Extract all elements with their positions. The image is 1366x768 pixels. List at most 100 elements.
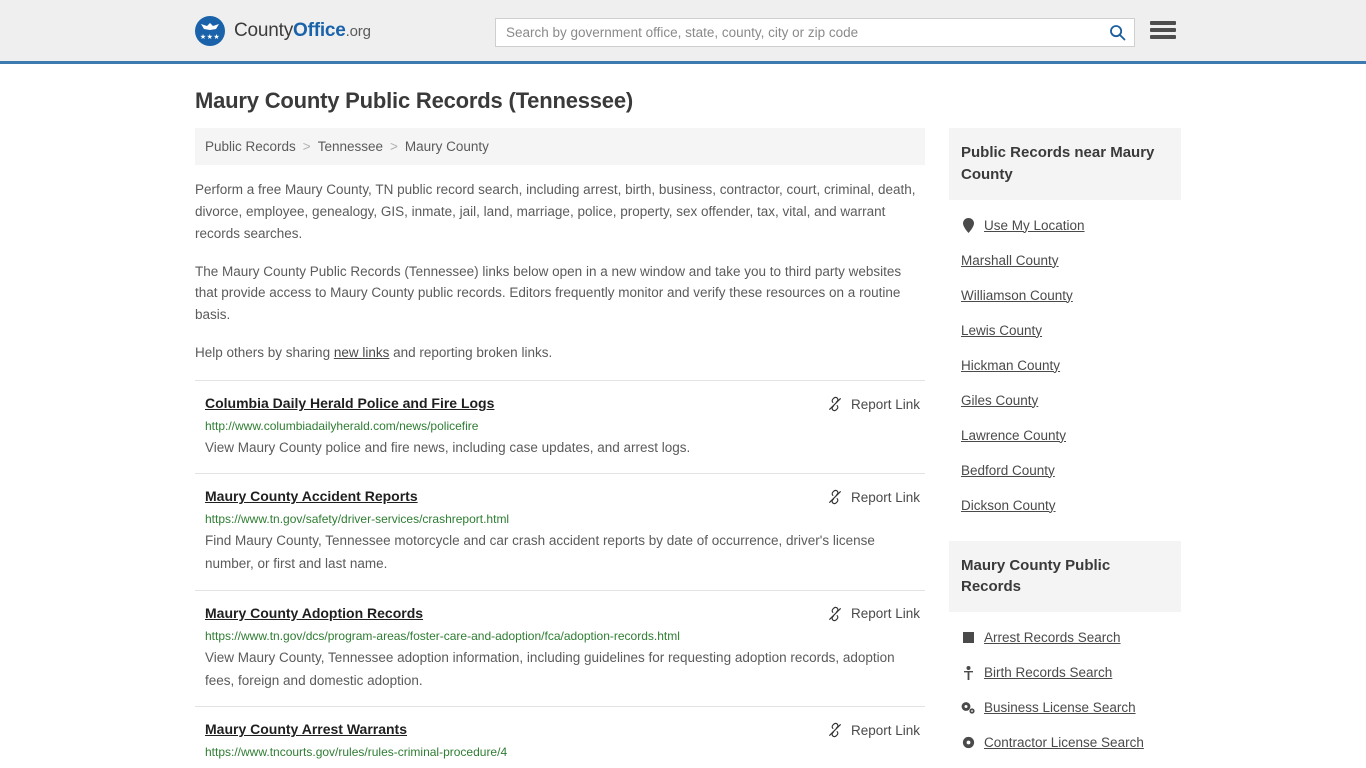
sidebar-nearby-link[interactable]: Lewis County	[961, 323, 1042, 338]
broken-link-icon	[829, 722, 841, 738]
sidebar-item-bedford-county[interactable]: Bedford County	[961, 463, 1181, 478]
breadcrumb-item-maury-county: Maury County	[404, 139, 489, 154]
sidebar-item-arrest-records-search[interactable]: Arrest Records Search	[961, 630, 1181, 645]
eagle-shield-logo-icon: ★★★	[195, 15, 225, 46]
sidebar-nearby-link[interactable]: Bedford County	[961, 463, 1055, 478]
help-suffix: and reporting broken links.	[389, 345, 553, 361]
result-title-link[interactable]: Maury County Arrest Warrants	[205, 721, 407, 737]
hamburger-menu-icon-bar	[1150, 28, 1176, 32]
site-header: ★★★ CountyOffice.org	[0, 0, 1366, 64]
result-url: http://www.columbiadailyherald.com/news/…	[205, 419, 479, 434]
result-header: Maury County Arrest Warrants Report Link	[205, 721, 925, 738]
result-item: Columbia Daily Herald Police and Fire Lo…	[195, 380, 925, 473]
search-bar	[495, 18, 1135, 47]
page-layout: Public Records > Tennessee > Maury Count…	[195, 128, 1181, 768]
square-icon	[961, 632, 975, 643]
hamburger-menu-button[interactable]	[1150, 19, 1176, 41]
report-link-button[interactable]: Report Link	[827, 721, 920, 738]
sidebar-nearby-link[interactable]: Lawrence County	[961, 428, 1066, 443]
sidebar-nearby-link[interactable]: Dickson County	[961, 498, 1056, 513]
report-link-label: Report Link	[850, 606, 920, 622]
sidebar-item-hickman-county[interactable]: Hickman County	[961, 358, 1181, 373]
main-content: Public Records > Tennessee > Maury Count…	[195, 128, 925, 768]
result-header: Maury County Accident Reports Report Lin…	[205, 488, 925, 505]
result-item: Maury County Adoption Records Report Lin…	[195, 589, 925, 706]
sidebar-item-birth-records-search[interactable]: Birth Records Search	[961, 665, 1181, 680]
report-link-label: Report Link	[850, 396, 920, 412]
search-input[interactable]	[496, 19, 1100, 46]
report-link-label: Report Link	[850, 489, 920, 505]
help-prefix: Help others by sharing	[195, 345, 334, 361]
sidebar-nearby-link[interactable]: Williamson County	[961, 288, 1073, 303]
brand-part-office: Office	[293, 19, 346, 41]
result-description: Find Maury County, Tennessee motorcycle …	[205, 533, 875, 572]
gears-icon	[961, 701, 975, 714]
result-title-link[interactable]: Columbia Daily Herald Police and Fire Lo…	[205, 395, 494, 411]
site-logo-text: CountyOffice.org	[234, 20, 371, 42]
sidebar-item-lewis-county[interactable]: Lewis County	[961, 323, 1181, 338]
result-item: Maury County Accident Reports Report Lin…	[195, 473, 925, 589]
intro-paragraph-1: Perform a free Maury County, TN public r…	[195, 182, 916, 241]
search-button[interactable]	[1100, 19, 1134, 46]
report-link-button[interactable]: Report Link	[827, 395, 920, 412]
sidebar-nearby-link[interactable]: Marshall County	[961, 253, 1059, 268]
breadcrumb: Public Records > Tennessee > Maury Count…	[195, 128, 925, 165]
page-title: Maury County Public Records (Tennessee)	[195, 88, 634, 113]
page-container: Maury County Public Records (Tennessee) …	[0, 88, 1366, 768]
sidebar-records-heading: Maury County Public Records	[949, 540, 1181, 612]
result-header: Columbia Daily Herald Police and Fire Lo…	[205, 395, 925, 412]
result-url: https://www.tncourts.gov/rules/rules-cri…	[205, 745, 508, 760]
intro-help-line: Help others by sharing new links and rep…	[195, 342, 925, 364]
new-links-link[interactable]: new links	[334, 345, 390, 360]
result-title-link[interactable]: Maury County Adoption Records	[205, 605, 423, 621]
broken-link-icon	[829, 490, 841, 505]
result-description: View Maury County, Tennessee adoption in…	[205, 649, 895, 688]
breadcrumb-item-public-records[interactable]: Public Records	[205, 139, 296, 154]
sidebar-item-use-my-location[interactable]: Use My Location	[961, 217, 1181, 233]
report-link-label: Report Link	[850, 722, 920, 738]
breadcrumb-item-tennessee[interactable]: Tennessee	[318, 139, 383, 154]
site-logo[interactable]: ★★★ CountyOffice.org	[195, 15, 371, 46]
sidebar-nearby-link[interactable]: Giles County	[961, 393, 1038, 408]
sidebar-nearby-heading: Public Records near Maury County	[949, 128, 1181, 200]
sidebar-item-business-license-search[interactable]: Business License Search	[961, 700, 1181, 715]
brand-part-tld: .org	[345, 22, 371, 40]
broken-link-icon	[829, 606, 841, 621]
brand-part-county: County	[234, 19, 294, 41]
sidebar-records-link[interactable]: Contractor License Search	[984, 735, 1144, 750]
result-header: Maury County Adoption Records Report Lin…	[205, 605, 925, 622]
sidebar: Public Records near Maury County Use My …	[949, 128, 1181, 768]
eagle-wings-icon	[201, 22, 219, 30]
sidebar-item-dickson-county[interactable]: Dickson County	[961, 498, 1181, 513]
sidebar-nearby-link[interactable]: Hickman County	[961, 358, 1060, 373]
report-link-button[interactable]: Report Link	[827, 605, 920, 622]
sidebar-item-marshall-county[interactable]: Marshall County	[961, 253, 1181, 268]
result-title-link[interactable]: Maury County Accident Reports	[205, 488, 418, 504]
result-description: View Maury County police and fire news, …	[205, 440, 691, 456]
report-link-button[interactable]: Report Link	[827, 488, 920, 505]
breadcrumb-separator-icon: >	[302, 139, 311, 154]
hamburger-menu-icon-bar	[1150, 35, 1176, 39]
sidebar-item-contractor-license-search[interactable]: Contractor License Search	[961, 735, 1181, 750]
sidebar-nearby-link[interactable]: Use My Location	[984, 218, 1085, 233]
sidebar-records-link[interactable]: Arrest Records Search	[984, 630, 1121, 645]
sidebar-nearby-list: Use My Location Marshall County Williams…	[949, 200, 1181, 541]
baby-icon	[961, 665, 975, 680]
intro-text: Perform a free Maury County, TN public r…	[195, 179, 925, 364]
sidebar-item-lawrence-county[interactable]: Lawrence County	[961, 428, 1181, 443]
result-item: Maury County Arrest Warrants Report Link…	[195, 706, 925, 768]
intro-paragraph-2: The Maury County Public Records (Tenness…	[195, 263, 902, 323]
sidebar-records-link[interactable]: Business License Search	[984, 700, 1136, 715]
search-icon	[1109, 25, 1125, 41]
sidebar-item-giles-county[interactable]: Giles County	[961, 393, 1181, 408]
breadcrumb-separator-icon: >	[390, 139, 398, 154]
hamburger-menu-icon-bar	[1150, 21, 1176, 25]
result-url: https://www.tn.gov/safety/driver-service…	[205, 512, 510, 527]
result-url: https://www.tn.gov/dcs/program-areas/fos…	[205, 628, 680, 643]
logo-stars-icon: ★★★	[199, 33, 221, 41]
map-pin-icon	[961, 217, 975, 233]
sidebar-records-link[interactable]: Birth Records Search	[984, 665, 1112, 680]
sidebar-item-williamson-county[interactable]: Williamson County	[961, 288, 1181, 303]
sidebar-records-list: Arrest Records Search Birth Records Sear…	[949, 612, 1181, 768]
gear-icon	[961, 736, 975, 749]
